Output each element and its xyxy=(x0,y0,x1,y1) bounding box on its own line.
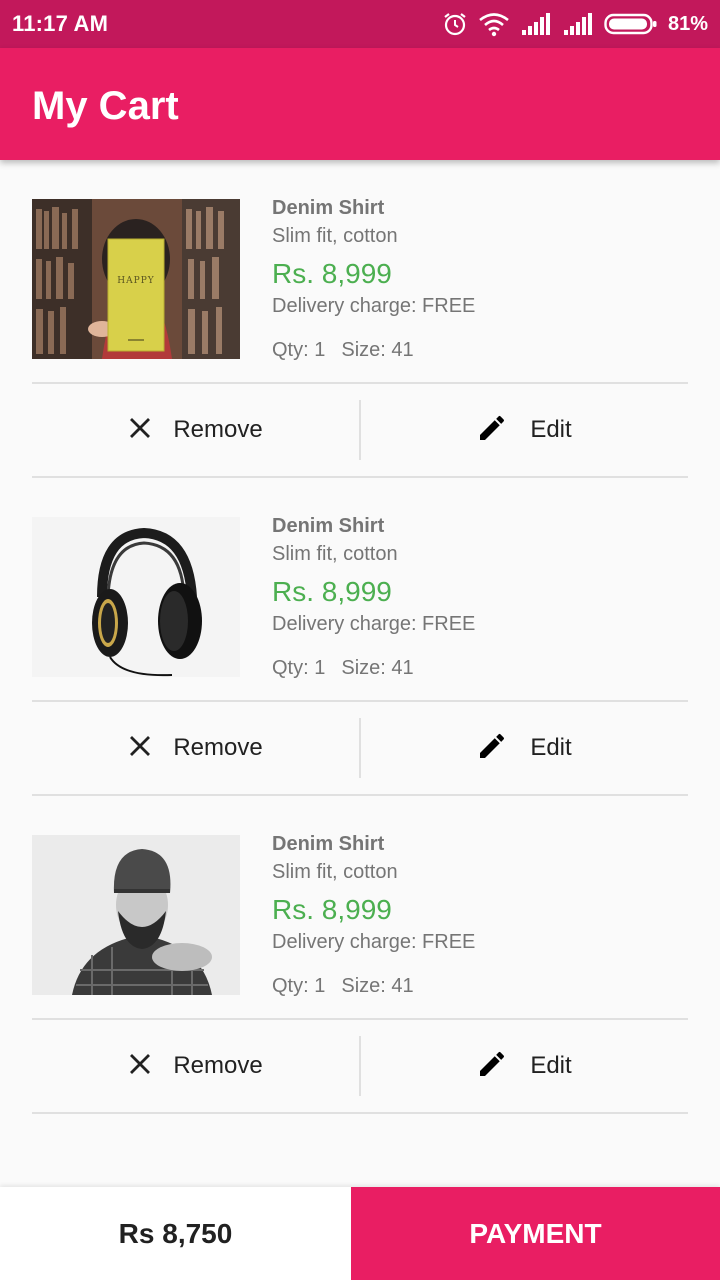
divider xyxy=(32,1112,688,1114)
battery-percent: 81% xyxy=(667,12,708,35)
item-meta: Qty: 1 Size: 41 xyxy=(272,974,475,998)
item-price: Rs. 8,999 xyxy=(272,576,392,607)
item-actions: Remove Edit xyxy=(32,384,688,476)
checkout-bar: Rs 8,750 PAYMENT xyxy=(0,1187,720,1280)
item-description: Slim fit, cotton xyxy=(272,543,398,565)
status-bar: 11:17 AM 81% xyxy=(0,0,720,48)
edit-label: Edit xyxy=(530,734,572,761)
item-description: Slim fit, cotton xyxy=(272,225,398,247)
item-actions: Remove Edit xyxy=(32,1020,688,1112)
page-title: My Cart xyxy=(32,84,179,128)
edit-button[interactable]: Edit xyxy=(360,384,688,476)
item-qty: Qty: 1 xyxy=(272,657,326,679)
status-icons: 81% xyxy=(442,11,708,37)
close-icon xyxy=(129,735,151,762)
remove-label: Remove xyxy=(173,416,263,443)
item-size: Size: 41 xyxy=(341,339,414,361)
edit-label: Edit xyxy=(530,416,572,443)
item-delivery: Delivery charge: FREE xyxy=(272,931,476,953)
cart-total: Rs 8,750 xyxy=(0,1187,351,1280)
item-name: Denim Shirt xyxy=(272,197,385,219)
divider xyxy=(359,718,361,778)
pencil-icon xyxy=(476,730,508,767)
cart-item: Denim Shirt Slim fit, cotton Rs. 8,999 D… xyxy=(0,796,720,1114)
pencil-icon xyxy=(476,412,508,449)
divider xyxy=(359,400,361,460)
item-qty: Qty: 1 xyxy=(272,975,326,997)
signal-icon xyxy=(520,12,552,36)
remove-label: Remove xyxy=(173,734,263,761)
item-size: Size: 41 xyxy=(341,657,414,679)
item-description: Slim fit, cotton xyxy=(272,861,398,883)
remove-button[interactable]: Remove xyxy=(32,1020,360,1112)
remove-button[interactable]: Remove xyxy=(32,702,360,794)
item-meta: Qty: 1 Size: 41 xyxy=(272,656,475,680)
remove-label: Remove xyxy=(173,1052,263,1079)
item-size: Size: 41 xyxy=(341,975,414,997)
product-image-headphones[interactable] xyxy=(32,517,240,677)
item-info: Denim Shirt Slim fit, cotton Rs. 8,999 D… xyxy=(272,514,475,680)
item-info: Denim Shirt Slim fit, cotton Rs. 8,999 D… xyxy=(272,196,475,362)
edit-label: Edit xyxy=(530,1052,572,1079)
signal-icon xyxy=(562,12,594,36)
item-delivery: Delivery charge: FREE xyxy=(272,295,476,317)
cart-item: Denim Shirt Slim fit, cotton Rs. 8,999 D… xyxy=(0,478,720,796)
product-image-book[interactable]: HAPPY xyxy=(32,199,240,359)
close-icon xyxy=(129,417,151,444)
battery-icon xyxy=(604,12,658,36)
alarm-icon xyxy=(442,11,468,37)
item-price: Rs. 8,999 xyxy=(272,258,392,289)
edit-button[interactable]: Edit xyxy=(360,1020,688,1112)
cart-item: HAPPY Denim Shirt Slim fit, cotton Rs. 8… xyxy=(0,160,720,478)
item-meta: Qty: 1 Size: 41 xyxy=(272,338,475,362)
edit-button[interactable]: Edit xyxy=(360,702,688,794)
pencil-icon xyxy=(476,1048,508,1085)
item-info: Denim Shirt Slim fit, cotton Rs. 8,999 D… xyxy=(272,832,475,998)
item-price: Rs. 8,999 xyxy=(272,894,392,925)
wifi-icon xyxy=(478,11,510,37)
item-name: Denim Shirt xyxy=(272,515,385,537)
item-actions: Remove Edit xyxy=(32,702,688,794)
product-image-man[interactable] xyxy=(32,835,240,995)
app-bar: My Cart xyxy=(0,48,720,160)
divider xyxy=(359,1036,361,1096)
item-name: Denim Shirt xyxy=(272,833,385,855)
close-icon xyxy=(129,1053,151,1080)
item-delivery: Delivery charge: FREE xyxy=(272,613,476,635)
svg-text:HAPPY: HAPPY xyxy=(117,276,154,286)
payment-button[interactable]: PAYMENT xyxy=(351,1187,720,1280)
remove-button[interactable]: Remove xyxy=(32,384,360,476)
item-qty: Qty: 1 xyxy=(272,339,326,361)
status-time: 11:17 AM xyxy=(12,11,109,36)
